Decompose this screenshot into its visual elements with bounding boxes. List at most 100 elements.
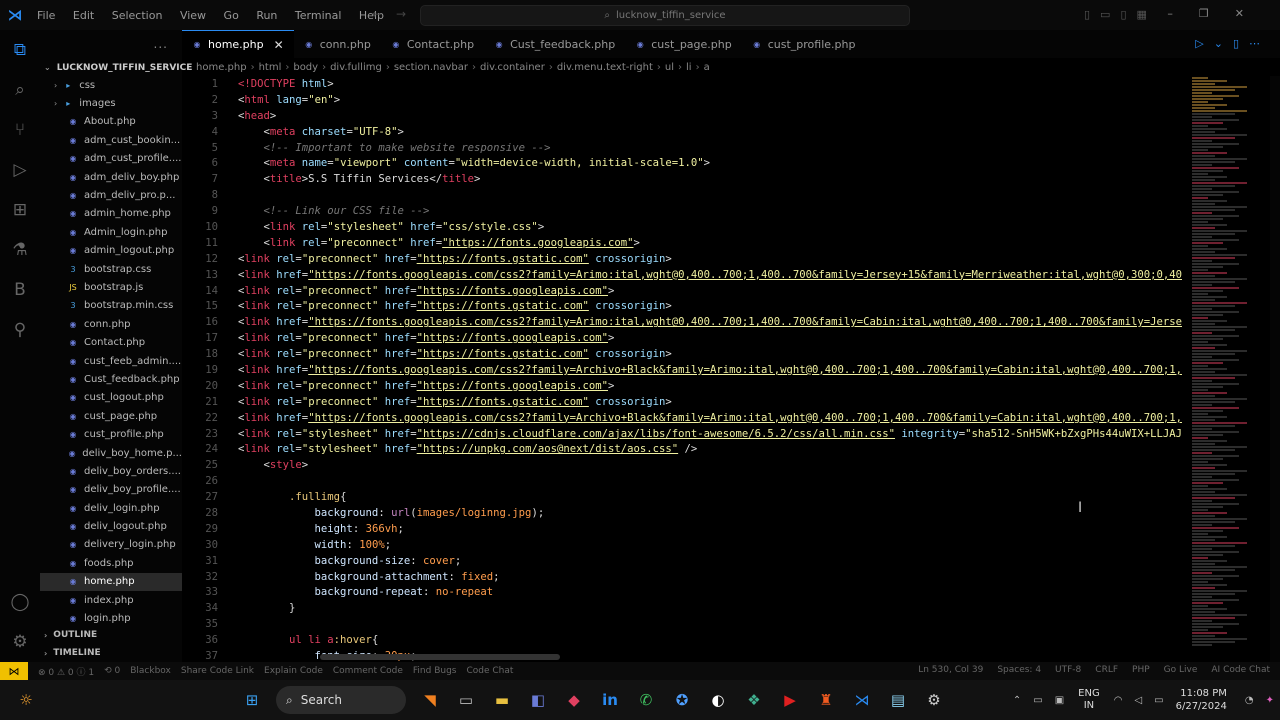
testing-icon[interactable]: ⚗ bbox=[0, 230, 40, 270]
window-controls[interactable]: –❐✕ bbox=[1167, 7, 1270, 20]
sidebar-file[interactable]: 3 bootstrap.min.css bbox=[40, 297, 182, 315]
code-line[interactable]: 4 <meta charset="UTF-8"> bbox=[182, 124, 1192, 140]
chatgpt-icon[interactable]: ❖ bbox=[736, 680, 772, 720]
linkedin-icon[interactable]: in bbox=[592, 680, 628, 720]
timeline-section[interactable]: › TIMELINE bbox=[40, 644, 101, 662]
indentation[interactable]: Spaces: 4 bbox=[997, 665, 1041, 675]
breadcrumb-item[interactable]: ul bbox=[665, 62, 674, 73]
teams-icon[interactable]: ◧ bbox=[520, 680, 556, 720]
sidebar-file[interactable]: ◉ deliv_login.php bbox=[40, 499, 182, 517]
blackbox-status[interactable]: Blackbox bbox=[130, 666, 171, 676]
sidebar-file[interactable]: ◉ cust_logout.php bbox=[40, 389, 182, 407]
code-line[interactable]: 3 <head> bbox=[182, 108, 1192, 124]
sidebar-file[interactable]: JS bootstrap.js bbox=[40, 278, 182, 296]
breadcrumb-item[interactable]: div.menu.text-right bbox=[557, 62, 653, 73]
code-line[interactable]: 9 <!-- Link our CSS file --> bbox=[182, 203, 1192, 219]
editor-actions[interactable]: ▷⌄▯⋯ bbox=[1195, 37, 1270, 50]
notepad-icon[interactable]: ▤ bbox=[880, 680, 916, 720]
settings-gear-icon[interactable]: ⚙ bbox=[0, 622, 40, 662]
code-line[interactable]: 8 bbox=[182, 187, 1192, 203]
remote-explorer-icon[interactable]: ⚲ bbox=[0, 310, 40, 350]
language-mode[interactable]: PHP bbox=[1132, 665, 1150, 675]
code-line[interactable]: 35 bbox=[182, 616, 1192, 632]
sidebar-file[interactable]: ◉ conn.php bbox=[40, 315, 182, 333]
sidebar-file[interactable]: ◉ cust_profile.php bbox=[40, 425, 182, 443]
sidebar-file[interactable]: ◉ deliv_boy_orders.... bbox=[40, 462, 182, 480]
code-line[interactable]: 34 } bbox=[182, 600, 1192, 616]
command-center-search[interactable]: ⌕ lucknow_tiffin_service bbox=[420, 5, 910, 26]
code-line[interactable]: 10 <link rel="stylesheet" href="css/styl… bbox=[182, 219, 1192, 235]
share-code-link[interactable]: Share Code Link bbox=[181, 666, 254, 676]
sidebar-file[interactable]: ◉ index.php bbox=[40, 591, 182, 609]
sidebar-file[interactable]: ◉ admin_home.php bbox=[40, 205, 182, 223]
sidebar-file[interactable]: ◉ adm_cust_profile.... bbox=[40, 150, 182, 168]
menu-terminal[interactable]: Terminal bbox=[295, 9, 342, 22]
close-icon[interactable]: ✕ bbox=[274, 38, 284, 52]
breadcrumb-item[interactable]: html bbox=[259, 62, 282, 73]
sidebar-file[interactable]: ◉ About.php bbox=[40, 113, 182, 131]
sidebar-file[interactable]: ◉ login.php bbox=[40, 609, 182, 627]
sidebar-file[interactable]: ◉ adm_deliv_pro.p... bbox=[40, 186, 182, 204]
code-line[interactable]: 26 bbox=[182, 473, 1192, 489]
breadcrumb-item[interactable]: div.container bbox=[480, 62, 545, 73]
encoding[interactable]: UTF-8 bbox=[1055, 665, 1081, 675]
sidebar-file[interactable]: ◉ adm_deliv_boy.php bbox=[40, 168, 182, 186]
sidebar-file[interactable]: ◉ adm_cust_bookin... bbox=[40, 131, 182, 149]
code-line[interactable]: 25 <style> bbox=[182, 457, 1192, 473]
sidebar-folder[interactable]: › ▸ css bbox=[40, 76, 182, 94]
code-line[interactable]: 24 <link rel="stylesheet" href="https://u… bbox=[182, 441, 1192, 457]
ports-indicator[interactable]: ⟲ 0 bbox=[104, 666, 120, 676]
code-line[interactable]: 31 background-size: cover; bbox=[182, 553, 1192, 569]
tab-cust-profile-php[interactable]: ◉ cust_profile.php bbox=[742, 30, 866, 58]
sidebar-file[interactable]: ◉ deliv_boy_home.p... bbox=[40, 444, 182, 462]
code-line[interactable]: 7 <title>S.S Tiffin Services</title> bbox=[182, 171, 1192, 187]
tab-cust-page-php[interactable]: ◉ cust_page.php bbox=[625, 30, 741, 58]
code-line[interactable]: 28 background: url(images/loginng.jpg); bbox=[182, 505, 1192, 521]
app-icon[interactable]: ✪ bbox=[664, 680, 700, 720]
sidebar-file[interactable]: ◉ Contact.php bbox=[40, 333, 182, 351]
code-line[interactable]: 5 <!-- Important to make website respons… bbox=[182, 140, 1192, 156]
breadcrumb-item[interactable]: div.fullimg bbox=[330, 62, 382, 73]
code-line[interactable]: 30 width: 100%; bbox=[182, 537, 1192, 553]
horizontal-scrollbar[interactable] bbox=[320, 654, 560, 660]
input-language[interactable]: ENG IN bbox=[1078, 688, 1100, 712]
sidebar-file[interactable]: ◉ home.php bbox=[40, 572, 182, 591]
tab-cust-feedback-php[interactable]: ◉ Cust_feedback.php bbox=[484, 30, 625, 58]
search-icon[interactable]: ⌕ bbox=[0, 70, 40, 110]
go-live[interactable]: Go Live bbox=[1164, 665, 1198, 675]
brave-icon[interactable]: ♜ bbox=[808, 680, 844, 720]
minimap[interactable] bbox=[1192, 76, 1270, 662]
sidebar-folder[interactable]: › ▸ images bbox=[40, 94, 182, 112]
display-icon[interactable]: ▣ bbox=[1055, 695, 1064, 706]
code-line[interactable]: 18 <link rel="preconnect" href="https://f… bbox=[182, 346, 1192, 362]
source-control-icon[interactable]: ⑂ bbox=[0, 110, 40, 150]
code-line[interactable]: 19 <link href="https://fonts.googleapis.c… bbox=[182, 362, 1192, 378]
vscode-taskbar-icon[interactable]: ⋊ bbox=[844, 680, 880, 720]
explorer-icon[interactable]: ⧉ bbox=[0, 30, 40, 70]
copilot-icon[interactable]: ✦ bbox=[1266, 695, 1274, 706]
line-ending[interactable]: CRLF bbox=[1095, 665, 1118, 675]
code-line[interactable]: 1 <!DOCTYPE html> bbox=[182, 76, 1192, 92]
breadcrumb-item[interactable]: body bbox=[293, 62, 318, 73]
ai-code-chat[interactable]: AI Code Chat bbox=[1211, 665, 1270, 675]
sidebar-file[interactable]: ◉ Admin_login.php bbox=[40, 223, 182, 241]
breadcrumb-item[interactable]: section.navbar bbox=[394, 62, 468, 73]
tab-contact-php[interactable]: ◉ Contact.php bbox=[381, 30, 484, 58]
menu-edit[interactable]: Edit bbox=[73, 9, 94, 22]
chevron-up-icon[interactable]: ⌃ bbox=[1013, 695, 1021, 706]
code-line[interactable]: 6 <meta name="viewport" content="width=d… bbox=[182, 155, 1192, 171]
code-line[interactable]: 33 background-repeat: no-repeat bbox=[182, 585, 1192, 601]
taskbar-search[interactable]: ⌕ Search bbox=[276, 686, 406, 714]
whatsapp-icon[interactable]: ✆ bbox=[628, 680, 664, 720]
vertical-scrollbar[interactable] bbox=[1270, 76, 1280, 662]
code-line[interactable]: 15 <link rel="preconnect" href="https://f… bbox=[182, 298, 1192, 314]
run-debug-icon[interactable]: ▷ bbox=[0, 150, 40, 190]
layout-toggle-icons[interactable]: ▯▭▯▦ bbox=[1084, 8, 1157, 21]
extensions-icon[interactable]: ⊞ bbox=[0, 190, 40, 230]
youtube-icon[interactable]: ▶ bbox=[772, 680, 808, 720]
file-explorer-icon[interactable]: ▬ bbox=[484, 680, 520, 720]
sidebar-file[interactable]: ◉ deliv_boy_profile.... bbox=[40, 481, 182, 499]
blackbox-icon[interactable]: B bbox=[0, 270, 40, 310]
github-icon[interactable]: ◐ bbox=[700, 680, 736, 720]
project-folder[interactable]: ⌄ LUCKNOW_TIFFIN_SERVICE bbox=[40, 59, 192, 76]
